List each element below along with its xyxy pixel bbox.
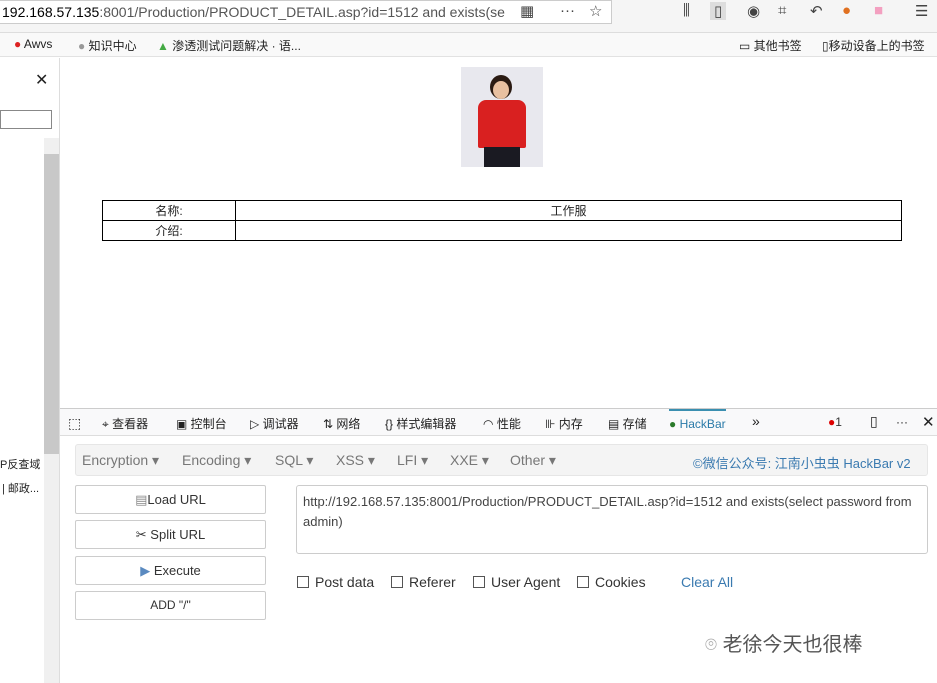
tab-style-editor[interactable]: {} 样式编辑器 — [385, 415, 456, 432]
bookmark-pentest[interactable]: ▲ 渗透测试问题解决 · 语... — [157, 37, 301, 54]
cookies-checkbox[interactable]: Cookies — [577, 574, 646, 590]
product-detail-table: 名称: 工作服 介绍: — [102, 200, 902, 241]
tab-hackbar[interactable]: ● HackBar — [669, 409, 726, 436]
more-icon[interactable]: ··· — [560, 2, 575, 19]
account-icon[interactable]: ◉ — [747, 2, 760, 20]
split-url-button[interactable]: ✂ Split URL — [75, 520, 266, 549]
tab-performance[interactable]: ◠ 性能 — [483, 415, 521, 432]
hackbar-panel: Encryption ▾ Encoding ▾ SQL ▾ XSS ▾ LFI … — [60, 436, 937, 683]
close-icon[interactable]: ✕ — [35, 70, 48, 90]
extension-icon[interactable]: ● — [842, 2, 851, 19]
bookmark-star-icon[interactable]: ☆ — [589, 2, 602, 20]
user-agent-checkbox[interactable]: User Agent — [473, 574, 560, 590]
extension-icon-2[interactable]: ■ — [874, 2, 883, 19]
bookmark-other[interactable]: ▭ 其他书签 — [739, 37, 802, 54]
tab-memory[interactable]: ⊪ 内存 — [545, 415, 583, 432]
devtools-toolbar: ⬚ ⌖ 查看器 ▣ 控制台 ▷ 调试器 ⇅ 网络 {} 样式编辑器 ◠ 性能 ⊪… — [60, 408, 937, 436]
scissors-icon: ✂ — [135, 527, 147, 542]
menu-encryption[interactable]: Encryption ▾ — [82, 452, 159, 469]
crop-icon[interactable]: ⌗ — [778, 2, 786, 19]
menu-other[interactable]: Other ▾ — [510, 452, 556, 469]
play-icon: ▶ — [140, 563, 151, 578]
qr-code-icon[interactable]: ▦ — [520, 2, 534, 20]
load-url-icon: ▤ — [135, 492, 148, 507]
hackbar-brand: ©微信公众号: 江南小虫虫 HackBar v2 — [693, 456, 911, 471]
sidebar-item[interactable]: | 邮政... — [2, 480, 39, 496]
sidebar: ✕ P反查域 | 邮政... — [0, 58, 60, 683]
more-tabs-icon[interactable]: » — [752, 413, 760, 429]
element-picker-icon[interactable]: ⬚ — [68, 415, 81, 432]
load-url-button[interactable]: ▤Load URL — [75, 485, 266, 514]
back-arrow-icon[interactable]: ↶ — [810, 2, 823, 20]
url-textarea[interactable]: http://192.168.57.135:8001/Production/PR… — [296, 485, 928, 554]
watermark: ⌾ 老徐今天也很棒 — [705, 634, 863, 656]
clear-all-link[interactable]: Clear All — [681, 574, 733, 590]
tab-network[interactable]: ⇅ 网络 — [323, 415, 360, 432]
add-slash-button[interactable]: ADD "/" — [75, 591, 266, 620]
browser-toolbar: 192.168.57.135:8001/Production/PRODUCT_D… — [0, 0, 937, 33]
sidebar-search-input[interactable] — [0, 110, 52, 129]
tab-debugger[interactable]: ▷ 调试器 — [250, 415, 299, 432]
tab-console[interactable]: ▣ 控制台 — [176, 415, 227, 432]
table-row: 名称: 工作服 — [102, 200, 902, 221]
tab-storage[interactable]: ▤ 存储 — [608, 415, 647, 432]
bookmark-awvs[interactable]: ● Awvs — [14, 37, 52, 51]
page-content: 名称: 工作服 介绍: — [60, 58, 937, 408]
table-row: 介绍: — [102, 220, 902, 241]
error-count[interactable]: ●1 — [828, 415, 842, 429]
menu-lfi[interactable]: LFI ▾ — [397, 452, 428, 469]
post-data-checkbox[interactable]: Post data — [297, 574, 374, 590]
bookmarks-bar: ● Awvs ● 知识中心 ▲ 渗透测试问题解决 · 语... ▭ 其他书签 ▯… — [0, 33, 937, 57]
sidebar-item[interactable]: P反查域 — [0, 456, 40, 472]
tab-inspector[interactable]: ⌖ 查看器 — [102, 415, 148, 432]
referer-checkbox[interactable]: Referer — [391, 574, 456, 590]
execute-button[interactable]: ▶ Execute — [75, 556, 266, 585]
more-icon[interactable]: ··· — [896, 415, 908, 429]
scrollbar[interactable] — [44, 138, 59, 683]
menu-icon[interactable]: ☰ — [915, 2, 928, 20]
menu-encoding[interactable]: Encoding ▾ — [182, 452, 251, 469]
bookmark-knowledge[interactable]: ● 知识中心 — [78, 37, 137, 54]
dock-icon[interactable]: ▯ — [870, 413, 878, 430]
menu-xss[interactable]: XSS ▾ — [336, 452, 375, 469]
library-icon[interactable]: ⫼ — [683, 2, 690, 19]
sidebar-icon[interactable]: ▯ — [710, 2, 727, 20]
hackbar-menu: Encryption ▾ Encoding ▾ SQL ▾ XSS ▾ LFI … — [75, 444, 928, 476]
menu-sql[interactable]: SQL ▾ — [275, 452, 313, 469]
product-image — [461, 67, 543, 167]
close-icon[interactable]: ✕ — [922, 413, 935, 431]
menu-xxe[interactable]: XXE ▾ — [450, 452, 489, 469]
wechat-icon: ⌾ — [705, 634, 717, 656]
bookmark-mobile[interactable]: ▯移动设备上的书签 — [822, 37, 925, 54]
